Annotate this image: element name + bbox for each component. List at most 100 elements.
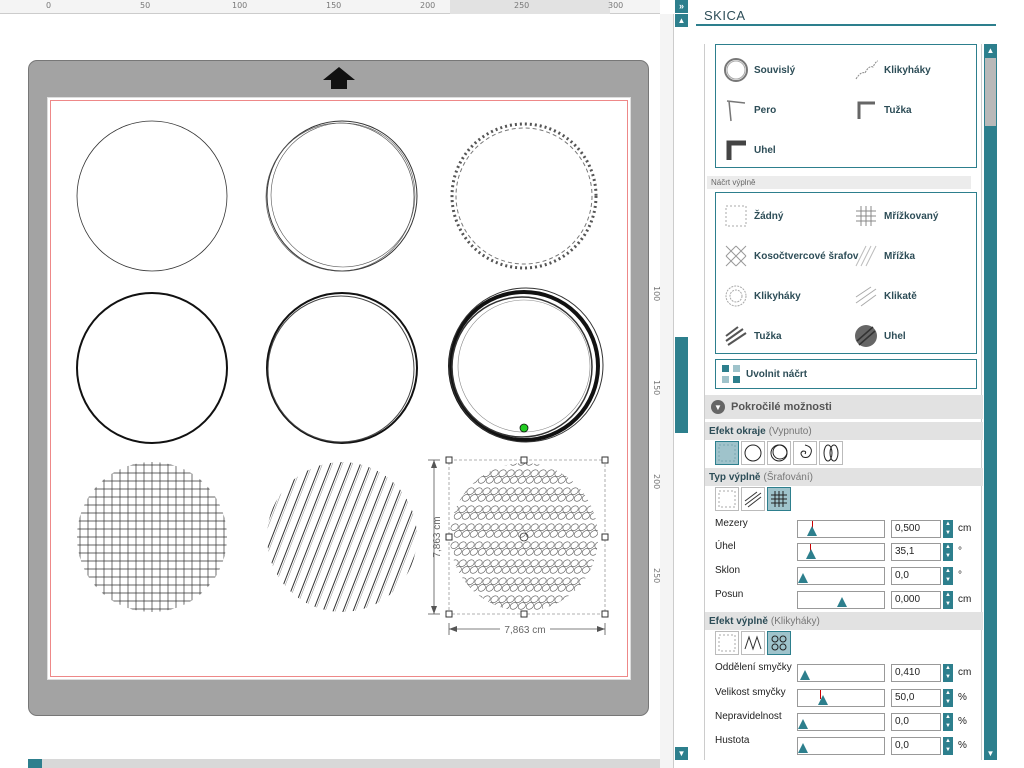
fill-style-mesh[interactable]: Mřížka	[852, 239, 915, 273]
circle-continuous-thin[interactable]	[76, 120, 228, 272]
outline-style-scribble[interactable]: Klikyháky	[852, 53, 931, 87]
outline-style-pen[interactable]: Pero	[722, 93, 776, 127]
loop-size-input[interactable]: 50,0	[891, 689, 941, 707]
circle-grid-fill[interactable]	[72, 457, 232, 617]
irregularity-slider[interactable]	[797, 713, 885, 731]
advanced-options-toggle[interactable]: ▼ Pokročilé možnosti	[705, 395, 983, 419]
resize-handle[interactable]	[445, 610, 453, 618]
density-input[interactable]: 0,0	[891, 737, 941, 755]
fill-style-grid[interactable]: Mřížkovaný	[852, 199, 938, 233]
style-label: Souvislý	[754, 64, 796, 76]
circle-pen-sketch[interactable]	[265, 120, 418, 272]
outline-style-continuous[interactable]: Souvislý	[722, 53, 795, 87]
slider-thumb[interactable]	[798, 743, 808, 753]
density-slider[interactable]	[797, 737, 885, 755]
irregularity-input[interactable]: 0,0	[891, 713, 941, 731]
loop-separation-input[interactable]: 0,410	[891, 664, 941, 682]
scribble-loop	[466, 469, 475, 477]
design-canvas[interactable]: 7,863 cm 7,863 cm	[0, 0, 660, 768]
panel-scrollbar[interactable]: ▲ ▼	[984, 44, 997, 760]
edge-effect-circle-button[interactable]	[741, 441, 765, 465]
fill-effect-none-button[interactable]	[715, 631, 739, 655]
resize-handle[interactable]	[520, 610, 528, 618]
scroll-up-arrow-icon[interactable]: ▲	[675, 14, 688, 27]
circle-charcoal-sketch[interactable]	[448, 287, 604, 443]
slider-thumb[interactable]	[800, 670, 811, 680]
loop-separation-spinner[interactable]: ▲ ▼	[943, 664, 953, 682]
resize-handle[interactable]	[520, 456, 528, 464]
circle-scribble-outline[interactable]	[450, 122, 598, 270]
slider-thumb[interactable]	[798, 719, 808, 729]
style-label: Uhel	[754, 144, 776, 156]
spacing-input[interactable]: 0,500	[891, 520, 941, 538]
circle-scribble-fill[interactable]	[450, 457, 607, 611]
collapse-panel-button[interactable]: »	[675, 0, 688, 13]
spacing-slider[interactable]	[797, 520, 885, 538]
angle-input[interactable]: 35,1	[891, 543, 941, 561]
resize-handle[interactable]	[445, 533, 453, 541]
scribble-loop	[589, 476, 598, 484]
diamond-hatch-icon	[722, 242, 750, 270]
resize-handle[interactable]	[601, 456, 609, 464]
edge-effect-loop-button[interactable]	[819, 441, 843, 465]
loop-size-spinner[interactable]: ▲ ▼	[943, 689, 953, 707]
panel-scrollbar-thumb[interactable]	[985, 58, 996, 126]
scribble-loop	[594, 487, 598, 495]
slant-input[interactable]: 0,0	[891, 567, 941, 585]
fill-effect-zigzag-button[interactable]	[741, 631, 765, 655]
spacing-spinner[interactable]: ▲ ▼	[943, 520, 953, 538]
panel-scroll-up-icon[interactable]: ▲	[984, 44, 997, 57]
angle-spinner[interactable]: ▲ ▼	[943, 543, 953, 561]
panel-scroll-down-icon[interactable]: ▼	[984, 747, 997, 760]
release-sketch-button[interactable]: Uvolnit náčrt	[715, 359, 977, 389]
fill-effect-loops-button[interactable]	[767, 631, 791, 655]
horizontal-scrollbar-thumb[interactable]	[28, 759, 42, 768]
param-unit: cm	[958, 523, 972, 534]
slider-thumb[interactable]	[817, 695, 828, 705]
fill-type-hatch-button[interactable]	[741, 487, 765, 511]
slant-spinner[interactable]: ▲ ▼	[943, 567, 953, 585]
offset-input[interactable]: 0,000	[891, 591, 941, 609]
fill-type-grid-button[interactable]	[767, 487, 791, 511]
loop-size-slider[interactable]	[797, 689, 885, 707]
slider-thumb[interactable]	[837, 597, 847, 607]
fill-effect-header: Efekt výplně (Klikyháky)	[705, 612, 983, 630]
resize-handle[interactable]	[601, 610, 609, 618]
angle-slider[interactable]	[797, 543, 885, 561]
circle-thick-outline[interactable]	[76, 292, 228, 444]
slider-thumb[interactable]	[798, 573, 808, 583]
circle-pencil-sketch[interactable]	[266, 292, 418, 444]
param-label: Mezery	[715, 518, 748, 529]
slant-slider[interactable]	[797, 567, 885, 585]
fill-type-none-button[interactable]	[715, 487, 739, 511]
rotate-handle[interactable]	[519, 423, 529, 433]
edge-effect-off-button[interactable]	[715, 441, 739, 465]
canvas-horizontal-scrollbar[interactable]	[28, 759, 660, 768]
fill-style-zigzag[interactable]: Klikatě	[852, 279, 917, 313]
fill-style-charcoal[interactable]: Uhel	[852, 319, 906, 353]
irregularity-spinner[interactable]: ▲ ▼	[943, 713, 953, 731]
fill-style-pencil[interactable]: Tužka	[722, 319, 782, 353]
param-unit: cm	[958, 667, 972, 678]
loop-separation-slider[interactable]	[797, 664, 885, 682]
density-spinner[interactable]: ▲ ▼	[943, 737, 953, 755]
slider-thumb[interactable]	[807, 526, 818, 536]
outline-style-pencil[interactable]: Tužka	[852, 93, 912, 127]
resize-handle[interactable]	[601, 533, 609, 541]
fill-style-none[interactable]: Žádný	[722, 199, 783, 233]
fill-style-scribble[interactable]: Klikyháky	[722, 279, 801, 313]
offset-spinner[interactable]: ▲ ▼	[943, 591, 953, 609]
resize-handle[interactable]	[445, 456, 453, 464]
slider-thumb[interactable]	[805, 549, 816, 559]
edge-effect-swirl-button[interactable]	[793, 441, 817, 465]
canvas-vertical-scrollbar-thumb[interactable]	[675, 337, 688, 433]
release-sketch-label: Uvolnit náčrt	[746, 368, 808, 380]
param-label: Sklon	[715, 565, 741, 576]
offset-slider[interactable]	[797, 591, 885, 609]
scribble-loop	[573, 463, 582, 466]
scribble-loop	[453, 463, 462, 466]
fill-style-diamond-hatch[interactable]: Kosočtvercové šrafov	[722, 239, 859, 273]
outline-style-charcoal[interactable]: Uhel	[722, 133, 776, 167]
edge-effect-double-button[interactable]	[767, 441, 791, 465]
scroll-down-arrow-icon[interactable]: ▼	[675, 747, 688, 760]
